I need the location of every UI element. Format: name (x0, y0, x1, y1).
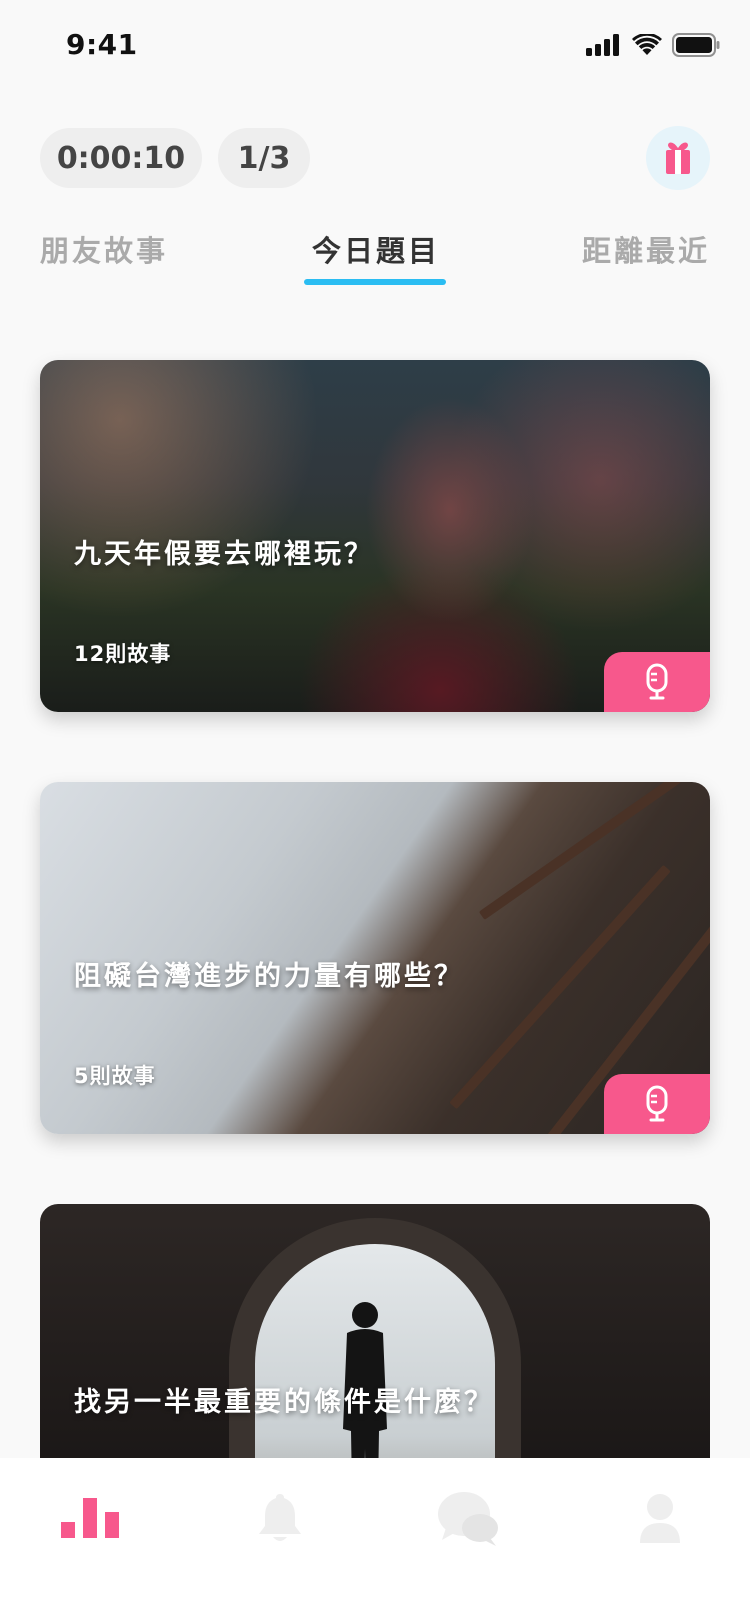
tab-today-topic[interactable]: 今日題目 (312, 228, 440, 270)
timer-chip: 0:00:10 (40, 128, 202, 188)
status-time: 9:41 (66, 28, 138, 61)
topic-card[interactable]: 九天年假要去哪裡玩？ 12則故事 (40, 360, 710, 712)
bar-chart-icon (61, 1498, 119, 1538)
topic-title: 找另一半最重要的條件是什麼？ (74, 1387, 494, 1418)
chat-bubbles-icon (438, 1492, 498, 1546)
person-icon (640, 1494, 680, 1543)
tab-friends-stories[interactable]: 朋友故事 (40, 228, 168, 270)
gift-icon (666, 142, 690, 174)
active-tab-indicator (304, 279, 446, 285)
bell-icon (259, 1494, 301, 1541)
record-story-button[interactable] (604, 1074, 710, 1134)
topic-card[interactable]: 阻礙台灣進步的力量有哪些？ 5則故事 (40, 782, 710, 1134)
story-count: 12則故事 (74, 642, 172, 666)
nav-profile[interactable] (628, 1488, 692, 1548)
battery-icon (672, 33, 720, 57)
nav-notifications[interactable] (248, 1488, 312, 1548)
cellular-signal-icon (586, 34, 619, 56)
microphone-icon (646, 1085, 668, 1122)
topic-title: 阻礙台灣進步的力量有哪些？ (74, 961, 464, 992)
microphone-icon (646, 663, 668, 700)
nav-topics[interactable] (58, 1488, 122, 1548)
status-icons (586, 32, 720, 58)
progress-chip: 1/3 (218, 128, 310, 188)
tab-nearest[interactable]: 距離最近 (582, 228, 710, 270)
bottom-navigation (0, 1458, 750, 1624)
today-topics-screen: 9:41 0:00:10 1/3 朋友故事 今日題目 距離最近 九天年假要去哪裡… (0, 0, 750, 1624)
story-count: 5則故事 (74, 1064, 156, 1088)
record-story-button[interactable] (604, 652, 710, 712)
nav-messages[interactable] (436, 1488, 500, 1548)
topic-title: 九天年假要去哪裡玩？ (74, 539, 374, 570)
wifi-icon (632, 34, 662, 55)
gift-button[interactable] (646, 126, 710, 190)
